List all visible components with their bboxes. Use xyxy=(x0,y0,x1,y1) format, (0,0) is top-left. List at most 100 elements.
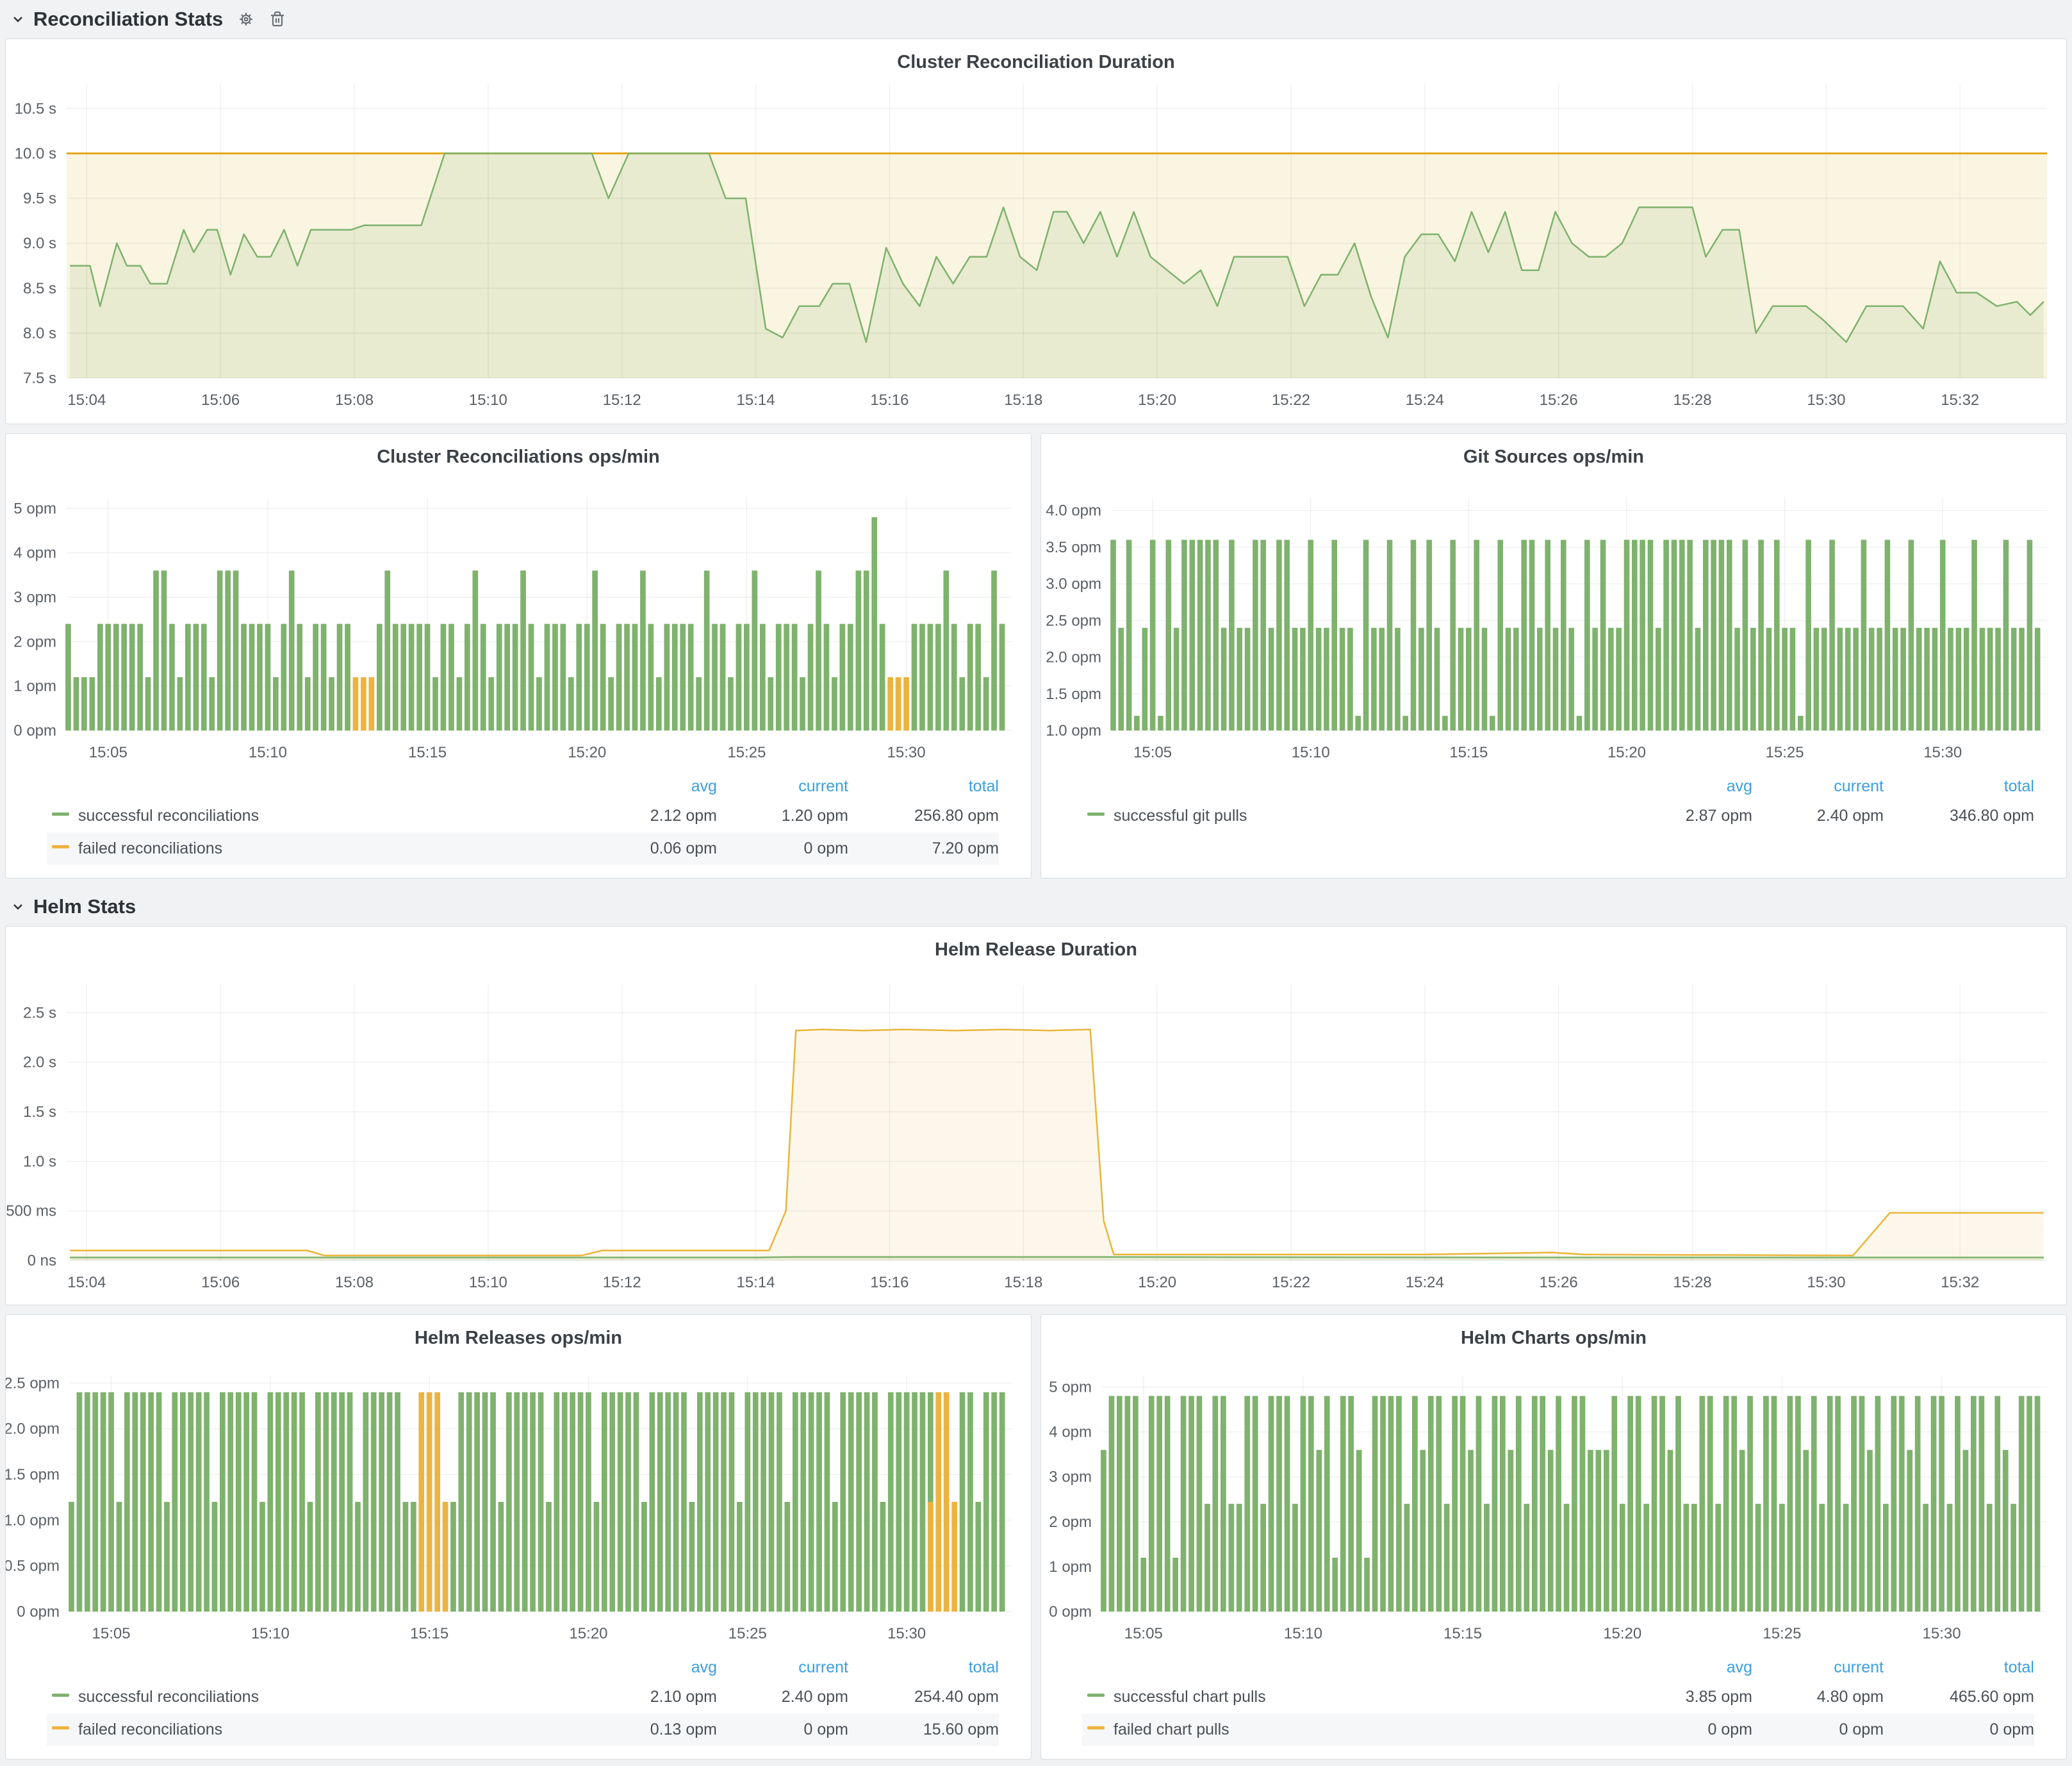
svg-text:15:15: 15:15 xyxy=(408,744,447,761)
svg-text:15:16: 15:16 xyxy=(870,392,909,409)
svg-text:15:30: 15:30 xyxy=(1807,392,1845,409)
svg-text:1 opm: 1 opm xyxy=(13,678,56,695)
svg-text:15:28: 15:28 xyxy=(1673,1274,1712,1291)
section-toggle-reconciliation-stats[interactable]: Reconciliation Stats xyxy=(12,8,223,31)
legend-series-label[interactable]: successful reconciliations xyxy=(78,807,259,825)
svg-text:15:04: 15:04 xyxy=(67,1274,106,1291)
chevron-down-icon xyxy=(12,900,24,913)
svg-text:1.5 s: 1.5 s xyxy=(23,1103,56,1121)
helm-release-duration-chart[interactable]: 2.5 s2.0 s1.5 s1.0 s500 ms0 ns15:0415:06… xyxy=(6,962,2066,1301)
svg-text:0 opm: 0 opm xyxy=(13,722,56,739)
panel-cluster-reconciliations-opm: Cluster Reconciliations ops/min 5 opm4 o… xyxy=(5,433,1032,879)
svg-text:15:32: 15:32 xyxy=(1941,392,1979,409)
legend-current-value: 0 opm xyxy=(717,832,848,865)
legend-col-current[interactable]: current xyxy=(717,773,848,800)
section-header-reconciliation-stats: Reconciliation Stats xyxy=(5,0,2067,38)
series-color-marker xyxy=(1087,813,1105,816)
svg-text:0 opm: 0 opm xyxy=(1049,1603,1092,1621)
panel-helm-charts-opm: Helm Charts ops/min 5 opm4 opm3 opm2 opm… xyxy=(1040,1314,2067,1760)
helm-charts-chart[interactable]: 5 opm4 opm3 opm2 opm1 opm0 opm15:0515:10… xyxy=(1041,1350,2066,1651)
legend-col-current[interactable]: current xyxy=(717,1655,848,1681)
legend-col-avg[interactable]: avg xyxy=(1621,1655,1752,1681)
panel-title[interactable]: Helm Release Duration xyxy=(6,927,2066,962)
svg-text:1 opm: 1 opm xyxy=(1049,1558,1092,1576)
svg-text:2.5 opm: 2.5 opm xyxy=(6,1374,60,1392)
svg-text:15:25: 15:25 xyxy=(727,744,766,761)
legend-col-total[interactable]: total xyxy=(1884,773,2034,800)
legend-col-total[interactable]: total xyxy=(848,1655,999,1681)
svg-text:15:26: 15:26 xyxy=(1540,1274,1578,1291)
svg-text:5 opm: 5 opm xyxy=(1049,1379,1092,1396)
legend-total-value: 346.80 opm xyxy=(1884,800,2034,832)
svg-text:15:08: 15:08 xyxy=(335,392,374,409)
legend-series-label[interactable]: successful reconciliations xyxy=(78,1688,259,1706)
gear-icon[interactable] xyxy=(237,10,255,28)
svg-text:15:12: 15:12 xyxy=(603,1274,641,1291)
svg-text:15:05: 15:05 xyxy=(1133,744,1172,761)
trash-icon[interactable] xyxy=(269,10,286,28)
series-color-marker xyxy=(52,813,69,816)
svg-text:15:30: 15:30 xyxy=(887,744,926,761)
svg-text:500 ms: 500 ms xyxy=(6,1203,56,1220)
legend-col-total[interactable]: total xyxy=(1884,1655,2034,1681)
legend-col-avg[interactable]: avg xyxy=(586,773,717,800)
legend-col-avg[interactable]: avg xyxy=(586,1655,717,1681)
panel-cluster-reconciliation-duration: Cluster Reconciliation Duration 10.5 s10… xyxy=(5,38,2067,424)
svg-text:15:20: 15:20 xyxy=(1138,1274,1176,1291)
legend-series-label[interactable]: successful git pulls xyxy=(1114,807,1247,825)
svg-text:2 opm: 2 opm xyxy=(1049,1514,1092,1531)
legend-row: successful chart pulls 3.85 opm 4.80 opm… xyxy=(1082,1681,2034,1713)
legend-col-avg[interactable]: avg xyxy=(1621,773,1752,800)
panel-title[interactable]: Helm Releases ops/min xyxy=(6,1315,1031,1350)
svg-text:3.5 opm: 3.5 opm xyxy=(1046,539,1101,556)
legend-col-total[interactable]: total xyxy=(848,773,999,800)
legend-current-value: 1.20 opm xyxy=(717,800,848,832)
cluster-reconciliation-duration-chart[interactable]: 10.5 s10.0 s9.5 s9.0 s8.5 s8.0 s7.5 s15:… xyxy=(6,74,2066,420)
svg-text:3 opm: 3 opm xyxy=(13,589,56,606)
legend-current-value: 4.80 opm xyxy=(1752,1681,1884,1713)
legend-series-label[interactable]: failed chart pulls xyxy=(1114,1721,1229,1738)
panel-title[interactable]: Cluster Reconciliation Duration xyxy=(6,39,2066,74)
svg-text:15:05: 15:05 xyxy=(89,744,127,761)
legend-current-value: 2.40 opm xyxy=(717,1681,848,1713)
legend-header-row: avg current total xyxy=(47,1655,999,1681)
svg-text:2 opm: 2 opm xyxy=(13,633,56,650)
cluster-reconciliations-chart[interactable]: 5 opm4 opm3 opm2 opm1 opm0 opm15:0515:10… xyxy=(6,469,1031,770)
svg-text:0 opm: 0 opm xyxy=(17,1603,60,1621)
svg-text:1.5 opm: 1.5 opm xyxy=(1046,686,1101,703)
svg-text:3.0 opm: 3.0 opm xyxy=(1046,575,1101,593)
svg-text:2.5 opm: 2.5 opm xyxy=(1046,612,1101,629)
svg-text:1.5 opm: 1.5 opm xyxy=(6,1466,60,1483)
svg-text:2.5 s: 2.5 s xyxy=(23,1004,56,1021)
dashboard: Reconciliation Stats Cluster Reconciliat… xyxy=(0,0,2072,1766)
legend-avg-value: 2.10 opm xyxy=(586,1681,717,1713)
legend-col-current[interactable]: current xyxy=(1752,1655,1884,1681)
git-sources-chart[interactable]: 4.0 opm3.5 opm3.0 opm2.5 opm2.0 opm1.5 o… xyxy=(1041,469,2066,770)
helm-releases-chart[interactable]: 2.5 opm2.0 opm1.5 opm1.0 opm0.5 opm0 opm… xyxy=(6,1350,1031,1651)
legend-header-row: avg current total xyxy=(1082,1655,2034,1681)
svg-text:15:05: 15:05 xyxy=(92,1625,131,1642)
svg-text:1.0 s: 1.0 s xyxy=(23,1153,56,1170)
legend-total-value: 0 opm xyxy=(1884,1713,2034,1746)
svg-text:15:25: 15:25 xyxy=(728,1625,767,1642)
legend-table: avg current total successful chart pulls… xyxy=(1082,1655,2034,1746)
svg-text:15:05: 15:05 xyxy=(1124,1625,1163,1642)
svg-text:15:20: 15:20 xyxy=(568,744,606,761)
legend-col-current[interactable]: current xyxy=(1752,773,1884,800)
svg-text:9.0 s: 9.0 s xyxy=(23,235,56,252)
series-color-marker xyxy=(52,1726,69,1729)
legend-row: failed reconciliations 0.06 opm 0 opm 7.… xyxy=(47,832,999,865)
panel-title[interactable]: Git Sources ops/min xyxy=(1041,434,2066,469)
panel-title[interactable]: Helm Charts ops/min xyxy=(1041,1315,2066,1350)
svg-text:15:10: 15:10 xyxy=(251,1625,290,1642)
legend-series-label[interactable]: failed reconciliations xyxy=(78,1721,222,1738)
svg-text:15:22: 15:22 xyxy=(1272,392,1310,409)
panel-title[interactable]: Cluster Reconciliations ops/min xyxy=(6,434,1031,469)
svg-text:15:28: 15:28 xyxy=(1673,392,1712,409)
legend-series-label[interactable]: successful chart pulls xyxy=(1114,1688,1266,1706)
legend-row: successful reconciliations 2.10 opm 2.40… xyxy=(47,1681,999,1713)
svg-text:3 opm: 3 opm xyxy=(1049,1469,1092,1486)
legend-row: failed chart pulls 0 opm 0 opm 0 opm xyxy=(1082,1713,2034,1746)
legend-series-label[interactable]: failed reconciliations xyxy=(78,839,222,857)
section-toggle-helm-stats[interactable]: Helm Stats xyxy=(12,895,136,918)
